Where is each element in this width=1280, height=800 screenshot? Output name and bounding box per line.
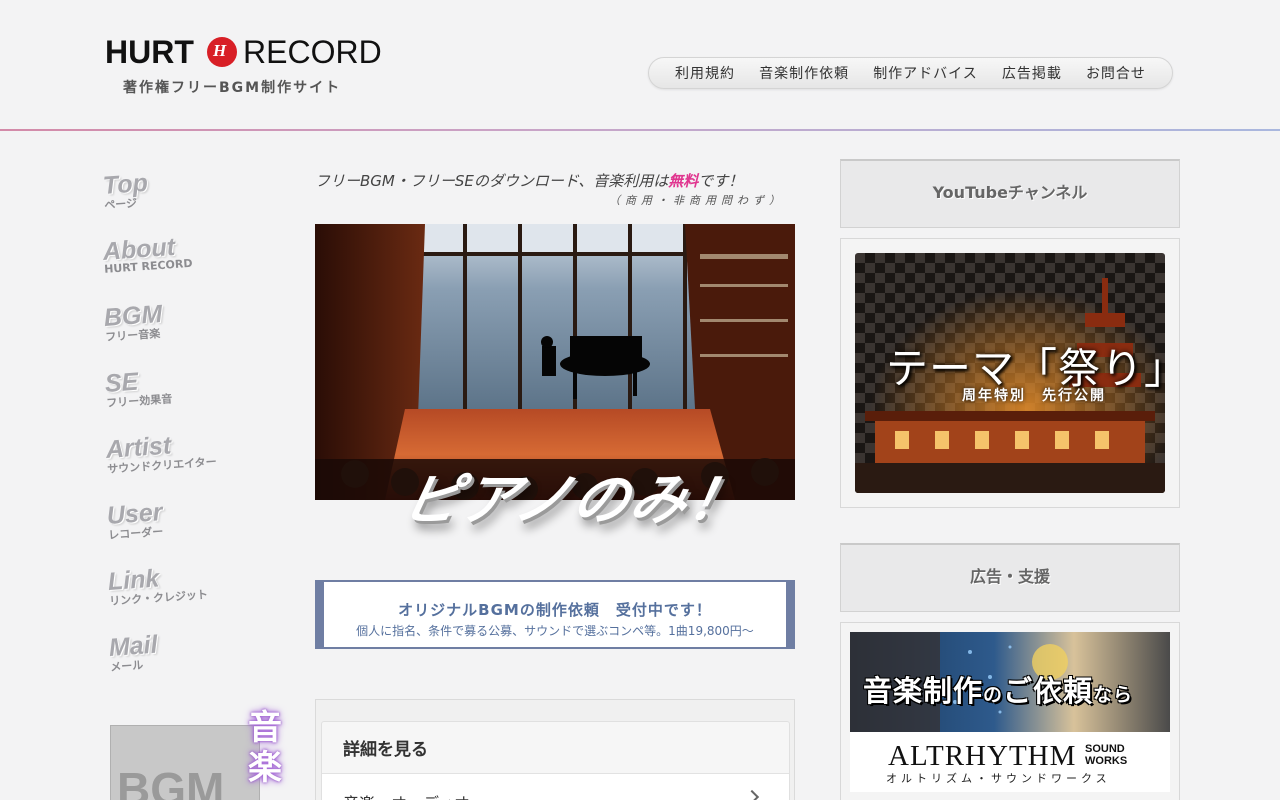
site-logo[interactable]: HURT H RECORD 著作権フリーBGM制作サイト [105,34,395,98]
bgm-promo-text: BGM [117,763,225,800]
header-divider [0,129,1280,131]
sidenav-user[interactable]: User レコーダー [106,498,164,543]
youtube-section-header: YouTubeチャンネル [840,159,1180,228]
details-card: 詳細を見る 音楽・オーディオ [321,721,790,800]
topnav-music-request[interactable]: 音楽制作依頼 [759,63,849,83]
logo-hurt-text: HURT [105,34,194,70]
matsuri-video-thumbnail[interactable]: テーマ「祭り」 周年特別 先行公開 [855,253,1165,493]
sidenav-link[interactable]: Link リンク・クレジット [107,561,208,609]
ad-headline: 音楽制作のご依頼なら [863,674,1134,708]
site-header: HURT H RECORD 著作権フリーBGM制作サイト 利用規約 音楽制作依頼… [0,0,1280,131]
topnav-advertise[interactable]: 広告掲載 [1002,63,1062,83]
topnav-terms[interactable]: 利用規約 [675,63,735,83]
ad-brand-area: ALTRHYTHM SOUND WORKS オルトリズム・サウンドワークス [850,732,1170,792]
ongaku-promo-text: 音楽 [248,708,282,788]
altrhythm-ad-banner[interactable]: 音楽制作のご依頼なら ALTRHYTHM SOUND WORKS オルトリズム・サ… [850,632,1170,792]
details-panel: 詳細を見る 音楽・オーディオ [315,699,795,800]
site-tagline: 著作権フリーBGM制作サイト [123,80,342,96]
ads-section-header: 広告・支援 [840,543,1180,612]
details-row-music[interactable]: 音楽・オーディオ [322,773,789,800]
sidenav-se[interactable]: SE フリー効果音 [104,365,173,411]
chevron-right-icon [744,789,760,800]
request-title: オリジナルBGMの制作依頼 受付中です！ [398,601,712,619]
topnav-contact[interactable]: お問合せ [1086,63,1146,83]
request-description: 個人に指名、条件で募る公募、サウンドで選ぶコンペ等。1曲19,800円〜 [356,624,754,638]
free-highlight: 無料 [668,172,699,190]
topnav-advice[interactable]: 制作アドバイス [873,63,978,83]
sidenav-bgm-sub: フリー音楽 [104,327,161,344]
logo-mark-icon: H [207,37,237,67]
matsuri-subtitle: 周年特別 先行公開 [962,388,1106,404]
sidenav-mail[interactable]: Mail メール [108,631,159,675]
top-navigation: 利用規約 音楽制作依頼 制作アドバイス 広告掲載 お問合せ [648,57,1173,89]
sidenav-about[interactable]: About HURT RECORD [102,232,193,276]
ad-brand-sub: SOUND WORKS [1085,743,1128,767]
music-request-banner[interactable]: オリジナルBGMの制作依頼 受付中です！ 個人に指名、条件で募る公募、サウンドで… [315,580,795,649]
lead-subtext: （商用・非商用問わず） [609,194,785,207]
ad-brand-kana: オルトリズム・サウンドワークス [886,772,1111,785]
sidenav-top[interactable]: Top ページ [102,169,150,213]
hero-caption: ピアノのみ！ [397,468,754,533]
details-title: 詳細を見る [343,740,428,760]
lead-text: フリーBGM・フリーSEのダウンロード、音楽利用は無料です！ [315,172,744,190]
details-row-label: 音楽・オーディオ [343,790,470,800]
sidenav-user-sub: レコーダー [107,525,164,542]
sidenav-artist[interactable]: Artist サウンドクリエイター [105,428,217,477]
sidenav-se-sub: フリー効果音 [105,392,173,410]
ad-brand-name: ALTRHYTHM [888,740,1077,772]
bgm-promo-banner[interactable]: BGM [110,725,260,800]
logo-record-text: RECORD [243,34,382,70]
sidenav-bgm[interactable]: BGM フリー音楽 [103,300,164,345]
